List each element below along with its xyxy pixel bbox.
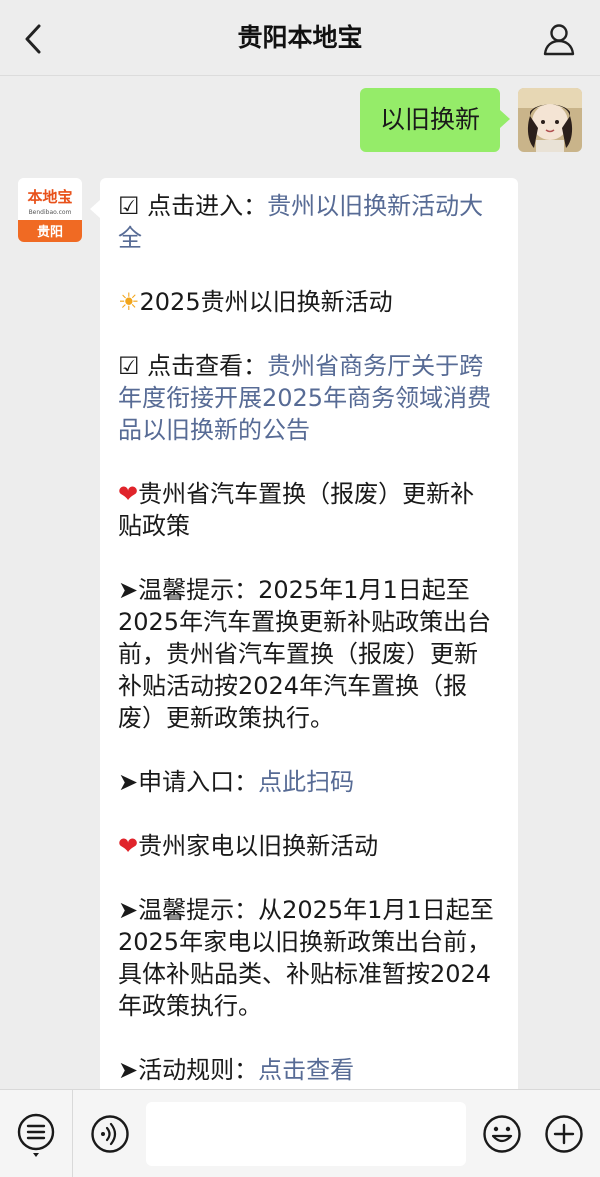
car-tip-text: ➤温馨提示：2025年1月1日起至2025年汽车置换更新补贴政策出台前，贵州省汽… bbox=[118, 576, 492, 732]
appliance-tip-text: ➤温馨提示：从2025年1月1日起至2025年家电以旧换新政策出台前，具体补贴品… bbox=[118, 896, 494, 1020]
link-scan-code[interactable]: 点此扫码 bbox=[258, 768, 354, 796]
paragraph-apply: ➤申请入口：点此扫码 bbox=[118, 766, 498, 798]
svg-text:Bendibao.com: Bendibao.com bbox=[29, 209, 72, 216]
profile-icon[interactable] bbox=[542, 22, 576, 56]
paragraph-2025-activity: ☀2025贵州以旧换新活动 bbox=[118, 286, 498, 318]
svg-text:本地宝: 本地宝 bbox=[27, 188, 72, 206]
appliance-heading: 贵州家电以旧换新活动 bbox=[138, 832, 379, 860]
view-prefix: ☑ 点击查看： bbox=[118, 352, 268, 380]
plus-icon[interactable] bbox=[544, 1114, 584, 1154]
voice-icon[interactable] bbox=[90, 1114, 130, 1154]
message-input[interactable] bbox=[146, 1102, 466, 1166]
link-view-rules[interactable]: 点击查看 bbox=[258, 1056, 354, 1084]
heart-icon: ❤ bbox=[118, 832, 139, 860]
bot-avatar[interactable]: 本地宝 Bendibao.com 贵阳 bbox=[18, 178, 82, 242]
heart-icon: ❤ bbox=[118, 480, 139, 508]
avatar-image bbox=[518, 88, 582, 152]
entry-prefix: ☑ 点击进入： bbox=[118, 192, 268, 220]
outgoing-bubble[interactable]: 以旧换新 bbox=[359, 88, 511, 152]
emoji-icon[interactable] bbox=[482, 1114, 522, 1154]
svg-text:贵阳: 贵阳 bbox=[37, 224, 63, 240]
menu-icon[interactable] bbox=[16, 1112, 56, 1158]
bendibao-logo: 本地宝 Bendibao.com 贵阳 bbox=[18, 178, 82, 242]
paragraph-appliance: ❤贵州家电以旧换新活动 bbox=[118, 830, 498, 862]
paragraph-rules: ➤活动规则：点击查看 bbox=[118, 1054, 498, 1086]
car-policy-heading: 贵州省汽车置换（报废）更新补贴政策 bbox=[118, 480, 475, 540]
toolbar-divider bbox=[72, 1090, 73, 1177]
sun-icon: ☀ bbox=[118, 288, 140, 316]
apply-prefix: ➤申请入口： bbox=[118, 768, 259, 796]
nav-header: 贵阳本地宝 bbox=[0, 0, 600, 76]
paragraph-appliance-tip: ➤温馨提示：从2025年1月1日起至2025年家电以旧换新政策出台前，具体补贴品… bbox=[118, 894, 498, 1022]
bubble-caret bbox=[90, 200, 100, 218]
page-title: 贵阳本地宝 bbox=[237, 23, 363, 52]
paragraph-car-tip: ➤温馨提示：2025年1月1日起至2025年汽车置换更新补贴政策出台前，贵州省汽… bbox=[118, 574, 498, 734]
activity-heading: 2025贵州以旧换新活动 bbox=[139, 288, 393, 316]
rules-prefix: ➤活动规则： bbox=[118, 1056, 259, 1084]
paragraph-car-policy: ❤贵州省汽车置换（报废）更新补贴政策 bbox=[118, 478, 498, 542]
paragraph-announcement: ☑ 点击查看：贵州省商务厅关于跨年度衔接开展2025年商务领域消费品以旧换新的公… bbox=[118, 350, 498, 446]
incoming-bubble: ☑ 点击进入：贵州以旧换新活动大全 ☀2025贵州以旧换新活动 ☑ 点击查看：贵… bbox=[100, 178, 518, 1118]
input-toolbar bbox=[0, 1089, 600, 1177]
user-avatar[interactable] bbox=[518, 88, 582, 152]
paragraph-entry: ☑ 点击进入：贵州以旧换新活动大全 bbox=[118, 190, 498, 254]
